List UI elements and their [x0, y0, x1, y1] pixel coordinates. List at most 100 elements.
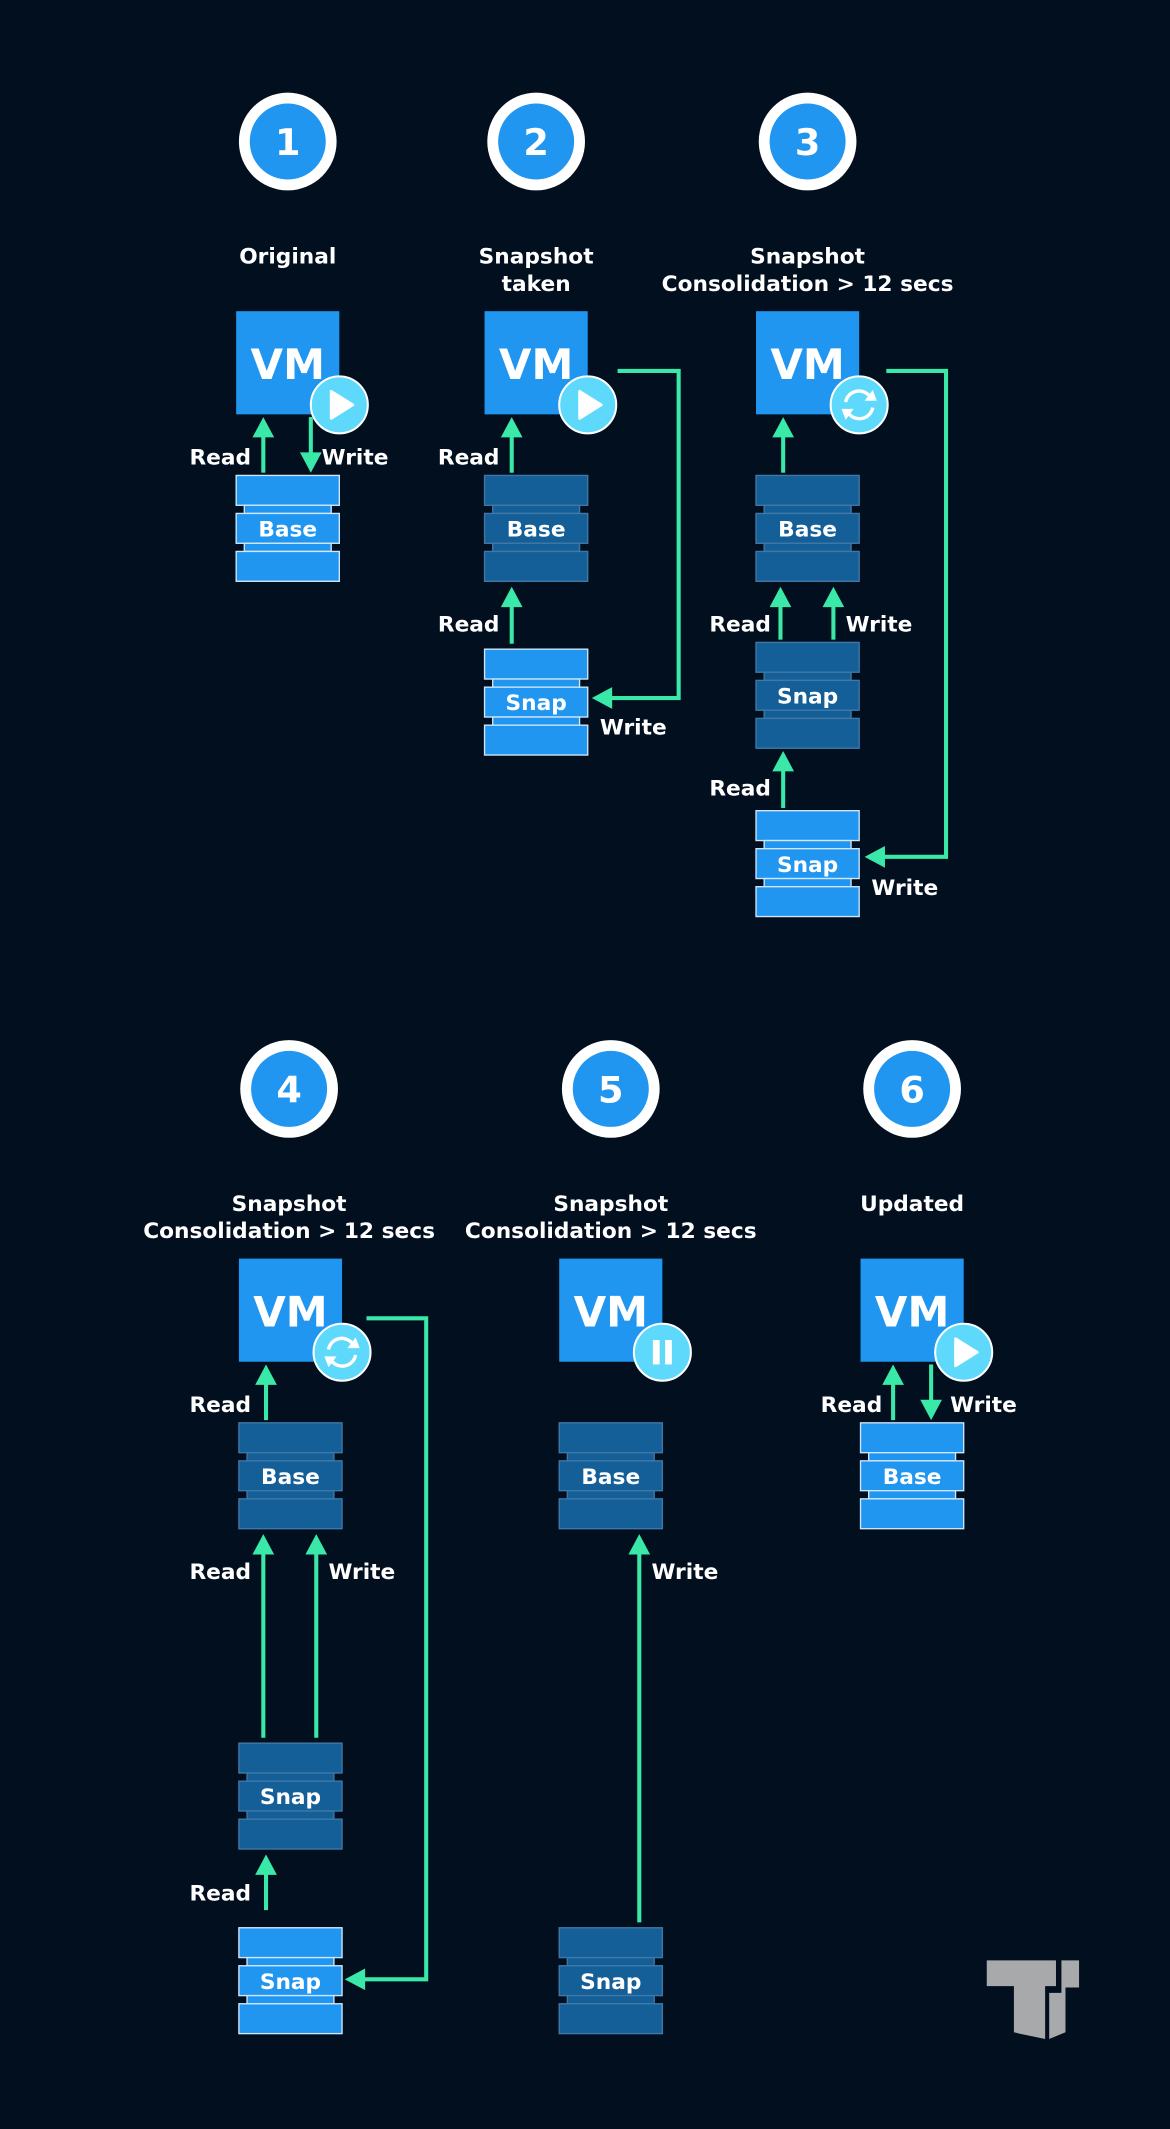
vm-label: VM: [875, 1287, 949, 1336]
write-label: Write: [328, 1560, 395, 1585]
vm-label: VM: [574, 1287, 648, 1336]
arrow-up-icon: [882, 1364, 904, 1385]
disk-label: Base: [261, 1465, 320, 1490]
write-label: Write: [322, 446, 389, 471]
disk-label: Snap: [506, 691, 567, 716]
refresh-icon: [312, 1322, 372, 1382]
arrow-up-icon: [772, 417, 795, 438]
disk-label: Base: [258, 518, 317, 543]
brand-logo-icon: [986, 1960, 1080, 2040]
panel-title: Consolidation > 12 secs: [662, 272, 954, 297]
panel-step-6: 6 Updated VM Read Write Base: [821, 1040, 1017, 1530]
read-label: Read: [189, 1882, 251, 1907]
arrow-up-icon: [252, 417, 275, 438]
panel-step-1: 1 Original VM Read Write Base: [189, 92, 389, 582]
read-label: Read: [189, 1560, 251, 1585]
panel-step-4: 4 SnapshotConsolidation > 12 secs VM Read Ba…: [143, 1040, 435, 2035]
arrow-up-icon: [822, 586, 845, 608]
disk-label: Base: [778, 518, 837, 543]
disk-label: Snap: [777, 684, 838, 709]
snap-disk-stack: Snap: [238, 1927, 343, 2035]
snap-disk-stack: Snap: [238, 1742, 343, 1850]
base-disk-stack: Base: [859, 1422, 965, 1530]
vm-label: VM: [253, 1287, 327, 1336]
step-number: 4: [276, 1069, 301, 1112]
panel-title: Snapshot: [479, 245, 594, 270]
write-path-line: [610, 368, 681, 701]
read-label: Read: [709, 613, 771, 638]
read-label: Read: [189, 1393, 251, 1418]
arrow-down-icon: [299, 452, 322, 473]
panel-step-5: 5 SnapshotConsolidation > 12 secs VM Base Wr…: [465, 1040, 757, 2035]
panel-title: Snapshot: [553, 1192, 668, 1217]
read-label: Read: [438, 446, 500, 471]
arrow-up-icon: [252, 1534, 275, 1555]
base-disk-stack: Base: [483, 474, 589, 582]
refresh-icon: [829, 375, 889, 435]
arrow-up-icon: [772, 750, 795, 772]
disk-label: Base: [507, 518, 566, 543]
vm-label: VM: [770, 340, 844, 389]
snap-disk-stack: Snap: [558, 1927, 664, 2035]
step-number-badge: 1: [238, 92, 337, 191]
base-disk-stack: Base: [235, 474, 341, 582]
vm-box: VM: [860, 1258, 994, 1382]
disk-label: Base: [581, 1465, 640, 1490]
vm-box: VM: [559, 1258, 692, 1382]
disk-label: Base: [883, 1465, 942, 1490]
panel-title: Consolidation > 12 secs: [465, 1219, 757, 1244]
panel-title: Snapshot: [232, 1192, 347, 1217]
arrow-up-icon: [628, 1534, 651, 1555]
play-icon: [558, 375, 618, 435]
panel-title: Snapshot: [750, 245, 865, 270]
step-number-badge: 4: [240, 1040, 338, 1138]
snap-disk-stack: Snap: [755, 641, 860, 749]
write-label: Write: [846, 613, 913, 638]
write-label: Write: [871, 876, 938, 901]
vm-box: VM: [484, 311, 618, 435]
write-label: Write: [950, 1393, 1017, 1418]
disk-label: Snap: [260, 1970, 321, 1995]
panel-title: Consolidation > 12 secs: [143, 1219, 435, 1244]
read-label: Read: [821, 1393, 883, 1418]
arrow-up-icon: [769, 586, 792, 608]
read-label: Read: [438, 613, 500, 638]
arrow-up-icon: [500, 586, 523, 608]
pause-icon: [632, 1322, 692, 1382]
arrow-up-icon: [500, 417, 523, 438]
arrow-left-icon: [344, 1968, 366, 1991]
step-number: 5: [598, 1069, 623, 1112]
step-number-badge: 3: [758, 92, 857, 191]
step-number-badge: 2: [487, 92, 585, 191]
panel-title: Original: [239, 245, 336, 270]
step-number-badge: 6: [863, 1040, 961, 1138]
vm-label: VM: [499, 340, 573, 389]
panel-step-3: 3 SnapshotConsolidation > 12 secs VM Base Re…: [662, 92, 954, 918]
arrow-left-icon: [591, 687, 613, 709]
disk-label: Snap: [260, 1785, 321, 1810]
arrow-up-icon: [305, 1534, 328, 1555]
panel-step-2: 2 Snapshottaken VM Read Base Read Snap Write: [438, 92, 681, 756]
base-disk-stack: Base: [558, 1422, 664, 1530]
snap-disk-stack: Snap: [755, 810, 860, 918]
snapshot-consolidation-diagram: 1OriginalVMRead WriteBase2SnapshottakenVM…: [143, 92, 1080, 2040]
step-number-badge: 5: [561, 1040, 660, 1138]
read-label: Read: [709, 777, 771, 802]
vm-box: VM: [756, 311, 889, 435]
panel-title: Updated: [860, 1192, 964, 1217]
arrow-up-icon: [255, 1364, 277, 1385]
vm-box: VM: [238, 1258, 372, 1382]
step-number: 3: [795, 121, 820, 164]
vm-label: VM: [251, 340, 325, 389]
write-label: Write: [600, 716, 667, 741]
diagram-canvas: 1 Original VM Read Write Base 2 Snapshot taken VM…: [0, 0, 1170, 2129]
play-icon: [934, 1322, 994, 1382]
arrow-down-icon: [920, 1399, 942, 1421]
snap-disk-stack: Snap: [483, 648, 589, 756]
play-icon: [309, 375, 369, 435]
vm-box: VM: [236, 311, 369, 435]
base-disk-stack: Base: [755, 474, 860, 582]
base-disk-stack: Base: [238, 1422, 343, 1530]
write-path-line: [363, 1316, 429, 1982]
read-label: Read: [189, 446, 251, 471]
